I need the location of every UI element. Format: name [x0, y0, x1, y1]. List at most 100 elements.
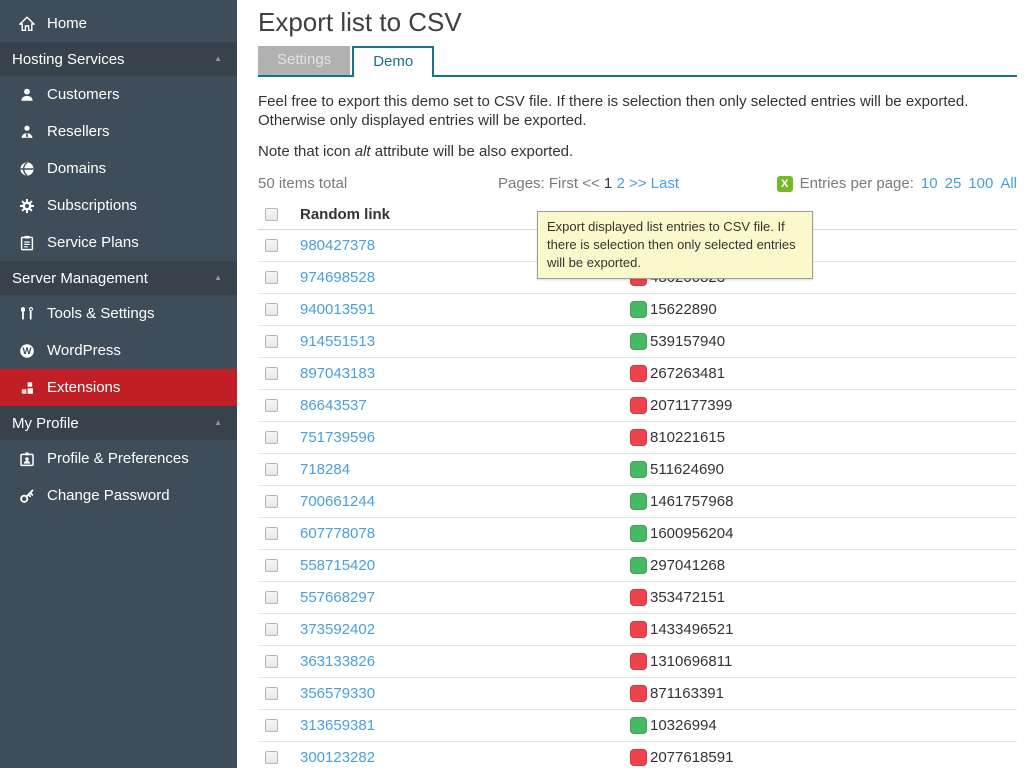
sidebar-item-change-password[interactable]: Change Password — [0, 477, 237, 514]
pagination-next[interactable]: >> — [629, 175, 647, 192]
change-password-icon — [19, 488, 35, 504]
sidebar-item-label: Extensions — [47, 379, 120, 396]
sidebar-section-label: Server Management — [12, 270, 148, 287]
tab-demo[interactable]: Demo — [352, 46, 434, 77]
table-row: 914551513 539157940 — [258, 326, 1017, 358]
sidebar-item-home[interactable]: Home — [0, 5, 237, 42]
row-link[interactable]: 974698528 — [300, 269, 375, 286]
row-link[interactable]: 607778078 — [300, 525, 375, 542]
entries-option-10[interactable]: 10 — [921, 175, 938, 192]
table-row: 897043183 267263481 — [258, 358, 1017, 390]
row-checkbox[interactable] — [265, 367, 278, 380]
tools-settings-icon — [19, 306, 35, 322]
csv-export-icon[interactable]: X — [777, 176, 793, 192]
row-link[interactable]: 718284 — [300, 461, 350, 478]
status-icon — [630, 749, 647, 766]
entries-option-all[interactable]: All — [1000, 175, 1017, 192]
row-checkbox[interactable] — [265, 239, 278, 252]
main-content: Export list to CSV Settings Demo Feel fr… — [237, 6, 1024, 768]
sidebar-item-label: WordPress — [47, 342, 121, 359]
sidebar-item-resellers[interactable]: Resellers — [0, 113, 237, 150]
pagination-page-2[interactable]: 2 — [616, 175, 624, 192]
row-checkbox[interactable] — [265, 271, 278, 284]
entries-option-25[interactable]: 25 — [945, 175, 962, 192]
sidebar-item-extensions[interactable]: Extensions — [0, 369, 237, 406]
row-checkbox[interactable] — [265, 335, 278, 348]
row-checkbox[interactable] — [265, 495, 278, 508]
pagination-last[interactable]: Last — [651, 175, 679, 192]
row-link[interactable]: 313659381 — [300, 717, 375, 734]
row-checkbox[interactable] — [265, 559, 278, 572]
row-link[interactable]: 897043183 — [300, 365, 375, 382]
sidebar-item-profile-preferences[interactable]: Profile & Preferences — [0, 440, 237, 477]
export-tooltip: Export displayed list entries to CSV fil… — [537, 211, 813, 279]
row-checkbox[interactable] — [265, 303, 278, 316]
table-row: 700661244 1461757968 — [258, 486, 1017, 518]
sidebar-section-label: Hosting Services — [12, 51, 125, 68]
row-link[interactable]: 751739596 — [300, 429, 375, 446]
row-value: 10326994 — [650, 717, 717, 734]
row-checkbox[interactable] — [265, 591, 278, 604]
row-checkbox[interactable] — [265, 687, 278, 700]
row-link[interactable]: 363133826 — [300, 653, 375, 670]
sidebar-item-label: Domains — [47, 160, 106, 177]
row-link[interactable]: 300123282 — [300, 749, 375, 766]
pagination: Pages: First << 1 2 >> Last — [498, 175, 679, 192]
table-row: 363133826 1310696811 — [258, 646, 1017, 678]
home-icon — [19, 16, 35, 32]
sidebar-item-service-plans[interactable]: Service Plans — [0, 224, 237, 261]
row-value: 15622890 — [650, 301, 717, 318]
row-value: 353472151 — [650, 589, 725, 606]
row-checkbox[interactable] — [265, 719, 278, 732]
entries-option-100[interactable]: 100 — [968, 175, 993, 192]
row-value: 1461757968 — [650, 493, 733, 510]
sidebar-item-wordpress[interactable]: W WordPress — [0, 332, 237, 369]
status-icon — [630, 333, 647, 350]
sidebar-item-customers[interactable]: Customers — [0, 76, 237, 113]
status-icon — [630, 621, 647, 638]
sidebar-section-hosting-services[interactable]: Hosting Services ▲ — [0, 42, 237, 76]
sidebar-item-subscriptions[interactable]: Subscriptions — [0, 187, 237, 224]
domains-icon — [19, 161, 35, 177]
row-link[interactable]: 558715420 — [300, 557, 375, 574]
list-toolbar: 50 items total Pages: First << 1 2 >> La… — [258, 175, 1017, 192]
row-value: 267263481 — [650, 365, 725, 382]
table-row: 373592402 1433496521 — [258, 614, 1017, 646]
row-checkbox[interactable] — [265, 399, 278, 412]
status-icon — [630, 429, 647, 446]
row-link[interactable]: 373592402 — [300, 621, 375, 638]
row-checkbox[interactable] — [265, 623, 278, 636]
pagination-first: First — [549, 175, 578, 192]
sidebar-item-domains[interactable]: Domains — [0, 150, 237, 187]
sidebar-item-tools-settings[interactable]: Tools & Settings — [0, 295, 237, 332]
row-checkbox[interactable] — [265, 431, 278, 444]
status-icon — [630, 717, 647, 734]
row-link[interactable]: 980427378 — [300, 237, 375, 254]
intro-paragraph: Feel free to export this demo set to CSV… — [258, 92, 1017, 130]
row-link[interactable]: 940013591 — [300, 301, 375, 318]
row-checkbox[interactable] — [265, 751, 278, 764]
status-icon — [630, 653, 647, 670]
tab-settings[interactable]: Settings — [258, 46, 350, 75]
row-link[interactable]: 86643537 — [300, 397, 367, 414]
pagination-current-page: 1 — [604, 175, 612, 192]
extensions-icon — [19, 380, 35, 396]
sidebar-section-my-profile[interactable]: My Profile ▲ — [0, 406, 237, 440]
sidebar-item-label: Subscriptions — [47, 197, 137, 214]
sidebar-item-label: Service Plans — [47, 234, 139, 251]
row-link[interactable]: 914551513 — [300, 333, 375, 350]
note-paragraph: Note that icon alt attribute will be als… — [258, 142, 1017, 161]
row-link[interactable]: 700661244 — [300, 493, 375, 510]
row-link[interactable]: 557668297 — [300, 589, 375, 606]
collapse-caret-icon: ▲ — [214, 55, 222, 63]
row-checkbox[interactable] — [265, 463, 278, 476]
row-link[interactable]: 356579330 — [300, 685, 375, 702]
row-checkbox[interactable] — [265, 655, 278, 668]
table-row: 557668297 353472151 — [258, 582, 1017, 614]
select-all-checkbox[interactable] — [265, 208, 278, 221]
row-value: 2071177399 — [650, 397, 732, 414]
row-checkbox[interactable] — [265, 527, 278, 540]
row-value: 810221615 — [650, 429, 725, 446]
row-value: 297041268 — [650, 557, 725, 574]
sidebar-section-server-management[interactable]: Server Management ▲ — [0, 261, 237, 295]
